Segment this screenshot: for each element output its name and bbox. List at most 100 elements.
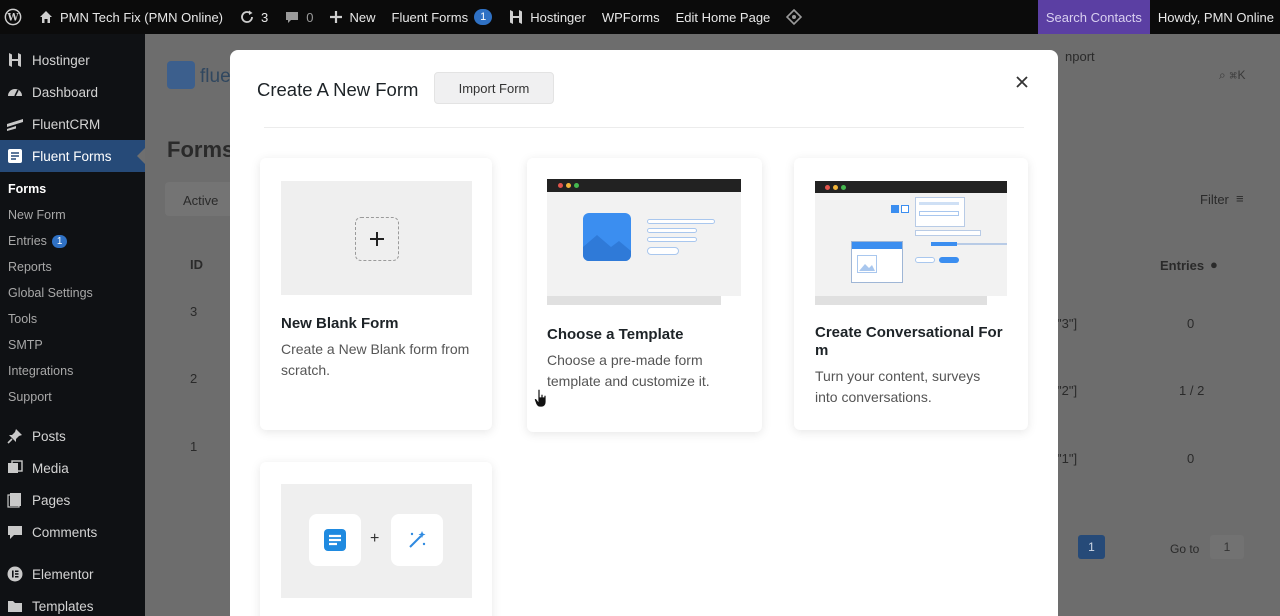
new-content-link[interactable]: New [321,0,383,34]
template-thumbnail [547,179,741,305]
diamond-plugin-link[interactable] [778,0,810,34]
new-blank-form-card[interactable]: New Blank Form Create a New Blank form f… [260,158,492,430]
fluent-forms-icon [324,529,346,551]
conversational-form-card[interactable]: Create Conversational For m Turn your co… [794,158,1028,430]
submenu-integrations[interactable]: Integrations [0,358,145,384]
image-card-header [852,242,902,249]
submenu-support[interactable]: Support [0,384,145,410]
card-description: Create a New Blank form from scratch. [281,341,470,378]
wordpress-icon: W [4,8,22,26]
media-icon [6,459,24,477]
edit-home-label: Edit Home Page [675,9,771,25]
ai-magic-tile [391,514,443,566]
filter-button[interactable]: Filter [1200,192,1229,207]
fluent-forms-link[interactable]: Fluent Forms 1 [384,0,501,34]
admin-sidebar: Hostinger Dashboard FluentCRM Fluent For… [0,34,145,616]
pages-icon [6,491,24,509]
edit-home-link[interactable]: Edit Home Page [668,0,779,34]
templates-icon [6,597,24,615]
search-contacts-label: Search Contacts [1045,9,1142,25]
submenu-new-form[interactable]: New Form [0,202,145,228]
fluent-forms-badge: 1 [474,9,493,25]
wpforms-link[interactable]: WPForms [594,0,668,34]
pagination-current[interactable]: 1 [1078,535,1105,559]
sidebar-item-hostinger[interactable]: Hostinger [0,44,145,76]
row-shortcode: "3"] [1057,316,1078,331]
button-shape [939,257,959,263]
hostinger-link[interactable]: Hostinger [500,0,594,34]
row-shortcode: "2"] [1057,383,1078,398]
elementor-icon [6,565,24,583]
card-title: Create Conversational For m [815,324,1003,359]
row-id: 3 [190,304,198,319]
close-button[interactable] [1012,72,1032,92]
submenu-label: Forms [8,182,47,196]
fluentcrm-icon [6,115,24,133]
goto-label: Go to [1170,542,1200,556]
search-contacts-button[interactable]: Search Contacts [1037,0,1150,34]
info-icon: ● [1210,257,1218,272]
sidebar-item-templates[interactable]: Templates [0,590,145,616]
card-description: Turn your content, surveys into conversa… [815,368,981,405]
submenu-reports[interactable]: Reports [0,254,145,280]
card-title: New Blank Form [281,315,399,332]
goto-input[interactable]: 1 [1210,535,1244,559]
sidebar-item-fluent-forms[interactable]: Fluent Forms [0,140,145,172]
window-dot [558,183,563,188]
row-entries: 0 [1187,316,1195,331]
sidebar-item-label: Dashboard [32,84,99,100]
submenu-entries[interactable]: Entries 1 [0,228,145,254]
sidebar-item-posts[interactable]: Posts [0,420,145,452]
image-card [851,241,903,283]
sidebar-item-pages[interactable]: Pages [0,484,145,516]
hostinger-icon [6,51,24,69]
home-icon [40,11,52,23]
entries-badge: 1 [51,234,68,248]
account-menu[interactable]: Howdy, PMN Online [1150,0,1280,34]
updates-count: 3 [261,9,269,25]
wpforms-label: WPForms [601,9,660,25]
sidebar-item-comments[interactable]: Comments [0,516,145,548]
card-title: Choose a Template [547,326,684,343]
window-dot [825,184,830,190]
submenu-tools[interactable]: Tools [0,306,145,332]
submenu-smtp[interactable]: SMTP [0,332,145,358]
fluent-forms-icon [6,147,24,165]
sidebar-item-label: Fluent Forms [32,148,112,164]
column-entries: Entries [1160,258,1205,273]
submenu-label: Global Settings [8,286,93,300]
submenu-global-settings[interactable]: Global Settings [0,280,145,306]
sidebar-item-label: Posts [32,428,66,444]
refresh-icon [241,10,253,23]
sidebar-item-elementor[interactable]: Elementor [0,558,145,590]
search-shortcut-icon: ⌕ ⌘K [1219,68,1246,82]
checkbox-shape [901,205,909,213]
mouse-cursor-icon [534,388,547,408]
site-name-link[interactable]: PMN Tech Fix (PMN Online) [30,0,231,34]
sidebar-item-dashboard[interactable]: Dashboard [0,76,145,108]
import-form-button[interactable]: Import Form [434,72,554,104]
tab-active[interactable]: Active [183,193,218,208]
hostinger-label: Hostinger [530,9,586,25]
sidebar-item-fluentcrm[interactable]: FluentCRM [0,108,145,140]
sidebar-item-label: Templates [32,598,94,614]
button-shape [647,247,679,255]
magic-wand-icon [409,531,426,548]
site-name: PMN Tech Fix (PMN Online) [60,9,224,25]
howdy-label: Howdy, PMN Online [1157,9,1274,25]
row-shortcode: "1"] [1057,451,1078,466]
wordpress-logo-button[interactable]: W [0,0,30,34]
new-label: New [349,9,376,25]
sidebar-item-media[interactable]: Media [0,452,145,484]
comments-link[interactable]: 0 [276,0,321,34]
close-icon [1016,76,1028,88]
window-dot [566,183,571,188]
comments-count: 0 [306,9,314,25]
choose-template-card[interactable]: Choose a Template Choose a pre-made form… [527,158,762,432]
svg-text:W: W [6,13,19,24]
submenu-forms[interactable]: Forms [0,176,145,202]
browser-titlebar [547,179,741,192]
conversational-thumbnail [815,181,1007,307]
ai-form-card[interactable]: + [260,462,492,616]
updates-link[interactable]: 3 [231,0,276,34]
